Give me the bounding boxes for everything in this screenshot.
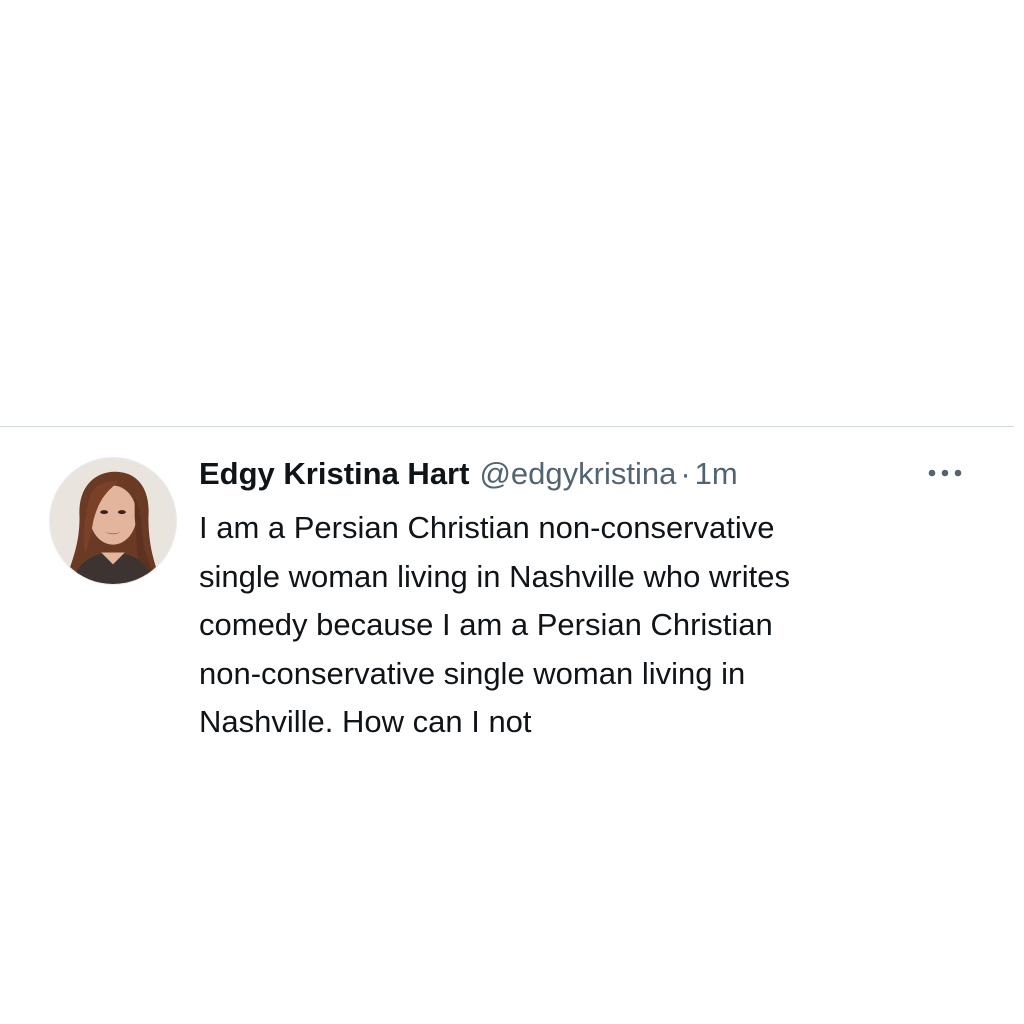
more-horizontal-icon [928,469,962,477]
timestamp[interactable]: 1m [695,454,738,494]
tweet-screenshot: Edgy Kristina Hart @edgykristina · 1m I … [0,0,1024,1024]
display-name[interactable]: Edgy Kristina Hart [199,454,469,494]
user-handle[interactable]: @edgykristina [479,454,676,494]
tweet-header: Edgy Kristina Hart @edgykristina · 1m [199,454,738,494]
more-options-button[interactable] [922,457,968,489]
tweet-text: I am a Persian Christian non-conservativ… [199,510,790,739]
avatar-photo-icon [50,458,176,584]
separator-dot: · [680,456,691,491]
tweet[interactable]: Edgy Kristina Hart @edgykristina · 1m I … [0,427,1024,787]
avatar[interactable] [49,457,177,585]
